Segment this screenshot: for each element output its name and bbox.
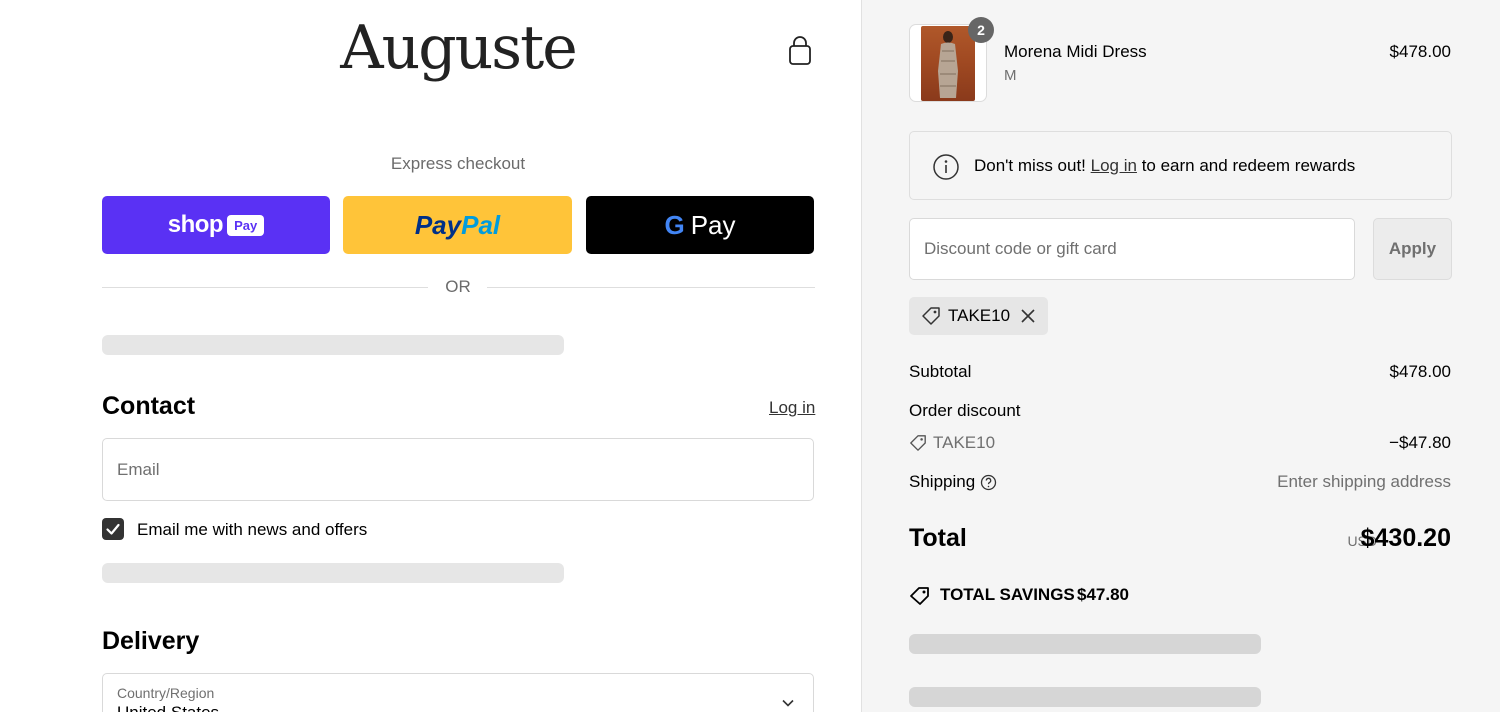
or-divider-text: OR [445,277,471,296]
total-savings-value: $47.80 [1077,585,1129,604]
tag-icon [910,435,926,451]
express-checkout-label: Express checkout [390,154,526,173]
info-icon [933,154,959,180]
discount-code-label: TAKE10 [933,433,996,452]
shipping-label: Shipping [909,472,976,491]
product-price: $478.00 [1389,42,1451,61]
checkmark-icon [106,523,120,535]
total-label: Total [909,524,967,552]
product-name: Morena Midi Dress [1004,42,1147,61]
google-g-icon: G [664,209,685,240]
divider-right [487,287,815,288]
shopping-bag-icon[interactable] [786,36,814,68]
delivery-heading: Delivery [102,627,200,655]
total-value: $430.20 [1360,524,1451,552]
product-image [921,26,975,101]
shipping-value: Enter shipping address [1277,472,1451,491]
apply-discount-button[interactable]: Apply [1373,218,1452,280]
quantity-badge: 2 [968,17,994,43]
contact-heading: Contact [102,392,196,420]
loading-placeholder [102,563,564,583]
rewards-login-link[interactable]: Log in [1091,156,1137,175]
loading-placeholder [909,687,1261,707]
dress-figure-graphic [938,31,958,98]
country-select-label: Country/Region [117,685,215,701]
rewards-banner: Don't miss out! Log in to earn and redee… [909,131,1452,200]
discount-code-input[interactable] [909,218,1355,280]
chevron-down-icon [782,699,794,707]
marketing-checkbox-label: Email me with news and offers [137,520,368,539]
order-summary: 2 Morena Midi Dress M $478.00 Don't miss… [861,0,1500,712]
google-pay-wordmark: Pay [690,209,736,240]
applied-discount-chip: TAKE10 [909,297,1048,335]
email-field[interactable] [102,438,814,501]
tag-icon [922,307,940,325]
checkout-main: Auguste Express checkout shop Pay PayPal… [0,0,861,712]
order-discount-label: Order discount [909,401,1021,420]
product-variant: M [1004,67,1017,84]
savings-tag-icon [910,587,929,605]
rewards-message: Don't miss out! Log in to earn and redee… [974,156,1356,175]
shop-pay-button[interactable]: shop Pay [102,196,330,254]
country-select[interactable]: Country/Region United States [102,673,814,712]
paypal-button[interactable]: PayPal [343,196,572,254]
subtotal-label: Subtotal [909,362,972,381]
paypal-wordmark: PayPal [414,209,501,240]
google-pay-button[interactable]: G Pay [586,196,814,254]
shop-pay-badge: Pay [227,214,265,236]
close-icon[interactable] [1019,307,1037,325]
total-savings-label: TOTAL SAVINGS [940,585,1075,604]
contact-login-link[interactable]: Log in [769,398,815,418]
discount-amount: −$47.80 [1389,433,1451,452]
loading-placeholder [102,335,564,355]
subtotal-value: $478.00 [1389,362,1451,381]
help-icon[interactable] [980,474,997,491]
store-logo[interactable]: Auguste [330,8,586,88]
divider-left [102,287,428,288]
applied-discount-code: TAKE10 [948,306,1011,325]
product-thumbnail: 2 [909,17,994,102]
country-select-value: United States [117,703,219,712]
marketing-checkbox[interactable] [102,518,124,540]
loading-placeholder [909,634,1261,654]
shop-pay-wordmark: shop [167,211,224,238]
